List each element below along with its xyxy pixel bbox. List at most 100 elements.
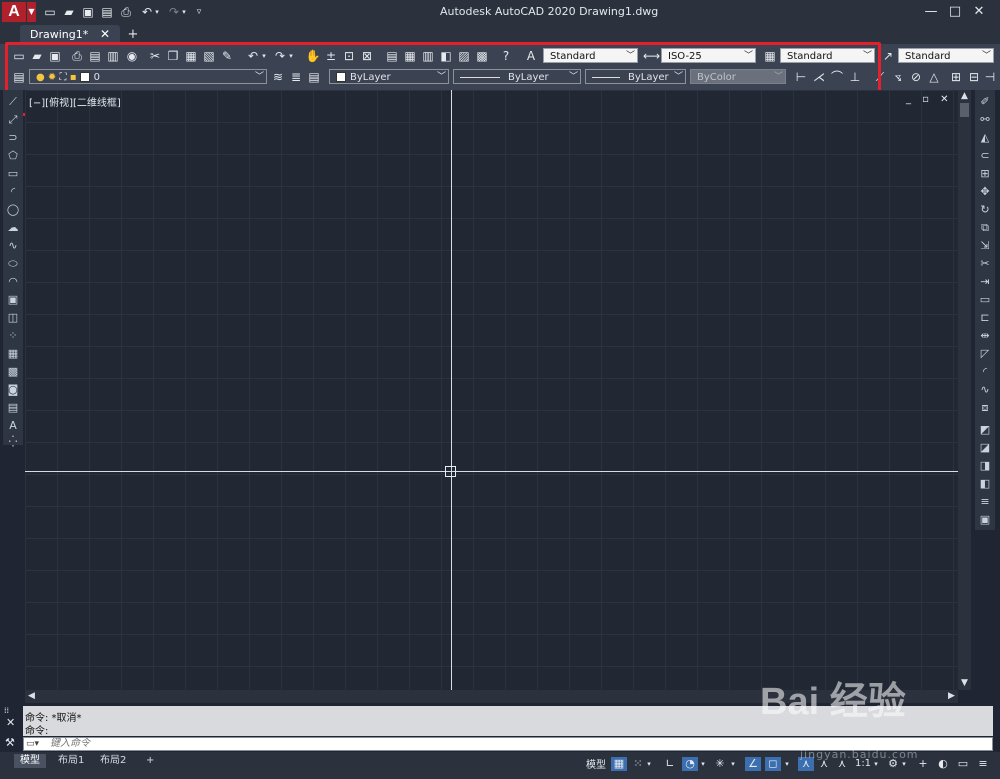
gradient-icon[interactable]: ▩	[5, 364, 21, 380]
hardware-acceleration-icon[interactable]: ▭	[955, 757, 971, 771]
crosshair-vertical	[451, 90, 452, 690]
grid-icon[interactable]: ▦	[611, 757, 627, 771]
isodraft-icon[interactable]: ✳	[712, 757, 728, 771]
baseline-dimension-icon[interactable]: ⊟	[966, 69, 982, 85]
region-icon[interactable]: ◙	[5, 382, 21, 398]
object-snap-icon[interactable]: ◻	[765, 757, 781, 771]
viewport-controls-label[interactable]: [−][俯视][二维线框]	[29, 94, 121, 109]
saveas-icon[interactable]: ▤	[99, 4, 115, 20]
point-icon[interactable]: ⁘	[5, 328, 21, 344]
chevron-down-icon[interactable]: ▾	[699, 757, 707, 771]
chevron-down-icon[interactable]: ▼	[27, 2, 36, 22]
hatch-icon[interactable]: ▦	[5, 346, 21, 362]
polyline-icon[interactable]: ⊃	[5, 130, 21, 146]
rotate-icon[interactable]: ↻	[977, 202, 993, 218]
print-icon[interactable]: ⎙	[118, 4, 134, 20]
chevron-down-icon[interactable]: ▾	[783, 757, 791, 771]
save-icon[interactable]: ▣	[80, 4, 96, 20]
isolate-objects-icon[interactable]: ◐	[935, 757, 951, 771]
scale-icon[interactable]: ⧉	[977, 220, 993, 236]
offset-icon[interactable]: ⊂	[977, 148, 993, 164]
table-icon[interactable]: ▤	[5, 400, 21, 416]
chevron-down-icon[interactable]: ▾	[152, 4, 162, 20]
command-line-handle[interactable]: ⁞⁞ ✕ ⚒	[4, 706, 21, 751]
command-prompt-icon[interactable]: ▭▾	[26, 738, 39, 750]
send-under-icon[interactable]: ◧	[977, 476, 993, 492]
mirror-icon[interactable]: ◭	[977, 130, 993, 146]
vertical-scroll-thumb[interactable]	[960, 103, 969, 117]
extend-icon[interactable]: ⇥	[977, 274, 993, 290]
chevron-down-icon[interactable]: ▾	[645, 757, 653, 771]
ortho-icon[interactable]: ∟	[662, 757, 678, 771]
restore-button[interactable]: □	[944, 2, 966, 22]
erase-icon[interactable]: ✐	[977, 94, 993, 110]
text-to-front-icon[interactable]: ≡	[977, 494, 993, 510]
quick-dimension-icon[interactable]: ⊞	[948, 69, 964, 85]
draw-order-front-icon[interactable]: ◩	[977, 422, 993, 438]
open-icon[interactable]: ▰	[61, 4, 77, 20]
explode-icon[interactable]: ⧈	[977, 400, 993, 416]
application-menu-button[interactable]: A	[2, 2, 26, 22]
hatch-to-back-icon[interactable]: ▣	[977, 512, 993, 528]
blend-curves-icon[interactable]: ∿	[977, 382, 993, 398]
join-icon[interactable]: ⇹	[977, 328, 993, 344]
ellipse-icon[interactable]: ⬭	[5, 256, 21, 272]
fillet-icon[interactable]: ◜	[977, 364, 993, 380]
break-at-point-icon[interactable]: ▭	[977, 292, 993, 308]
scroll-down-icon[interactable]: ▼	[958, 677, 971, 690]
circle-icon[interactable]: ◯	[5, 202, 21, 218]
customization-menu-icon[interactable]: ≡	[975, 757, 991, 771]
spline-icon[interactable]: ∿	[5, 238, 21, 254]
tab-model[interactable]: 模型	[14, 754, 46, 768]
chamfer-icon[interactable]: ◸	[977, 346, 993, 362]
customize-wrench-icon[interactable]: ⚒	[5, 736, 15, 749]
break-icon[interactable]: ⊏	[977, 310, 993, 326]
insert-block-icon[interactable]: ▣	[5, 292, 21, 308]
stretch-icon[interactable]: ⇲	[977, 238, 993, 254]
line-icon[interactable]: ⟋	[5, 94, 21, 110]
add-layout-icon[interactable]: +	[140, 754, 160, 768]
close-button[interactable]: ✕	[968, 2, 990, 22]
new-icon[interactable]: ▭	[42, 4, 58, 20]
multiline-text-icon[interactable]: A	[5, 418, 21, 434]
multileader-style-select[interactable]: Standard ﹀	[898, 48, 994, 63]
close-icon[interactable]: ✕	[6, 716, 15, 729]
add-selected-icon[interactable]: ⁛	[5, 434, 21, 450]
array-icon[interactable]: ⊞	[977, 166, 993, 182]
jogged-dimension-icon[interactable]: ⦪	[890, 69, 906, 85]
polygon-icon[interactable]: ⬠	[5, 148, 21, 164]
ellipse-arc-icon[interactable]: ◠	[5, 274, 21, 290]
trim-icon[interactable]: ✂	[977, 256, 993, 272]
drawing-canvas[interactable]	[25, 90, 958, 690]
vertical-scrollbar[interactable]: ▲ ▼	[958, 90, 971, 690]
rectangle-icon[interactable]: ▭	[5, 166, 21, 182]
draw-order-back-icon[interactable]: ◪	[977, 440, 993, 456]
minimize-button[interactable]: —	[920, 2, 942, 22]
viewport-window-controls[interactable]: _ ▫ ✕	[906, 94, 953, 105]
make-block-icon[interactable]: ◫	[5, 310, 21, 326]
scroll-left-icon[interactable]: ◀	[25, 690, 38, 703]
snap-icon[interactable]: ⁙	[630, 757, 646, 771]
tab-layout2[interactable]: 布局2	[94, 754, 132, 768]
chevron-down-icon[interactable]: ▾	[729, 757, 737, 771]
chevron-down-icon[interactable]: ▾	[179, 4, 189, 20]
polar-tracking-icon[interactable]: ◔	[682, 757, 698, 771]
scroll-right-icon[interactable]: ▶	[945, 690, 958, 703]
move-icon[interactable]: ✥	[977, 184, 993, 200]
bring-above-icon[interactable]: ◨	[977, 458, 993, 474]
model-space-toggle[interactable]: 模型	[586, 756, 606, 771]
diameter-dimension-icon[interactable]: ⊘	[908, 69, 924, 85]
multileader-style-icon[interactable]: ↗	[880, 48, 896, 64]
arc-icon[interactable]: ◜	[5, 184, 21, 200]
continue-dimension-icon[interactable]: ⊣	[982, 69, 998, 85]
file-tab-bar	[0, 24, 1000, 44]
revision-cloud-icon[interactable]: ☁	[5, 220, 21, 236]
object-snap-tracking-icon[interactable]: ∠	[745, 757, 761, 771]
construction-line-icon[interactable]: ⤢	[5, 112, 21, 128]
grip-icon[interactable]: ⁞⁞	[4, 706, 9, 715]
scroll-up-icon[interactable]: ▲	[958, 90, 971, 103]
customize-icon[interactable]: ▿	[194, 4, 204, 20]
angular-dimension-icon[interactable]: △	[926, 69, 942, 85]
copy-object-icon[interactable]: ⚯	[977, 112, 993, 128]
tab-layout1[interactable]: 布局1	[52, 754, 90, 768]
